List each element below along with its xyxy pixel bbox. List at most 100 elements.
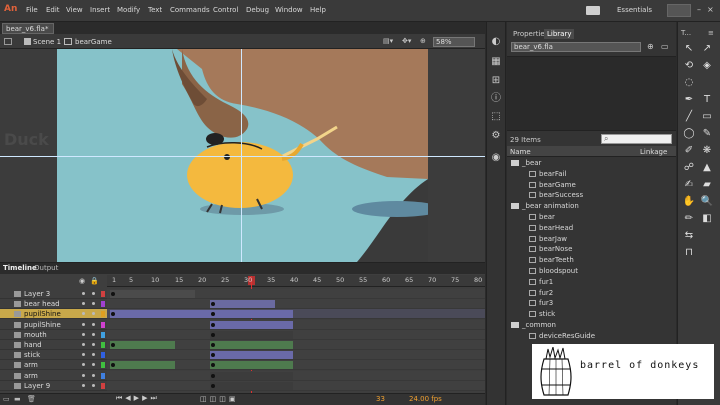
lock-dot[interactable] (92, 363, 95, 367)
motion-presets-icon[interactable]: ◉ (490, 152, 502, 164)
menu-item-insert[interactable]: Insert (90, 6, 110, 14)
menu-item-file[interactable]: File (26, 6, 38, 14)
layer-row[interactable]: arm (0, 360, 107, 371)
layer-outline-color[interactable] (101, 382, 105, 389)
lock-dot[interactable] (92, 332, 95, 336)
layer-row[interactable]: Layer 9 (0, 380, 107, 391)
new-folder-icon[interactable]: ▬ (14, 395, 21, 403)
layer-row[interactable]: Layer 3 (0, 289, 107, 299)
rectangle-tool-icon[interactable]: ▭ (700, 110, 714, 124)
guide-horizontal[interactable] (0, 156, 485, 157)
document-tab[interactable]: bear_v6.fla* (2, 23, 54, 34)
frame-span[interactable] (210, 310, 293, 319)
frames-row[interactable] (107, 329, 485, 340)
visibility-dot[interactable] (82, 373, 85, 377)
library-folder[interactable]: _bear (511, 158, 541, 168)
lock-dot[interactable] (92, 302, 95, 306)
workspace-switcher[interactable]: Essentials (617, 6, 652, 14)
frames-row[interactable] (107, 380, 485, 391)
align-icon[interactable]: ⊞ (490, 75, 502, 87)
scene-breadcrumb[interactable]: Scene 1 (33, 38, 61, 46)
lasso-tool-icon[interactable]: ◌ (682, 76, 696, 90)
library-item[interactable]: fur3 (529, 298, 553, 308)
menu-item-window[interactable]: Window (275, 6, 303, 14)
frames-row[interactable] (107, 340, 485, 350)
keyframe[interactable] (111, 343, 115, 347)
bone-tool-icon[interactable]: ☍ (682, 161, 696, 175)
library-item[interactable]: bearFail (529, 169, 566, 179)
snap-icon[interactable]: ⊓ (682, 246, 696, 260)
deco-tool-icon[interactable]: ❋ (700, 144, 714, 158)
frame-span[interactable] (210, 351, 293, 360)
help-search-input[interactable] (667, 4, 691, 17)
frame-span[interactable] (210, 330, 293, 339)
layer-row[interactable]: mouth (0, 329, 107, 340)
library-file-select[interactable]: bear_v6.fla (511, 42, 641, 52)
library-item[interactable]: bearSuccess (529, 190, 583, 200)
frame-span[interactable] (210, 320, 293, 329)
menu-item-text[interactable]: Text (148, 6, 162, 14)
layer-row[interactable]: pupilShine (0, 309, 107, 320)
current-frame[interactable]: 33 (376, 395, 385, 403)
lock-dot[interactable] (92, 312, 95, 316)
menu-item-debug[interactable]: Debug (246, 6, 269, 14)
frames-row[interactable] (107, 350, 485, 361)
zoom-tool-icon[interactable]: 🔍 (700, 195, 714, 209)
frame-rate[interactable]: 24.00 fps (409, 395, 442, 403)
layer-outline-color[interactable] (101, 311, 105, 318)
symbol-breadcrumb[interactable]: bearGame (75, 38, 112, 46)
fill-color-icon[interactable]: ◧ (700, 212, 714, 226)
menu-item-control[interactable]: Control (213, 6, 238, 14)
keyframe[interactable] (211, 383, 215, 388)
library-item[interactable]: bloodspout (529, 266, 578, 276)
edit-symbol-icon[interactable]: ✥▾ (402, 37, 416, 47)
menu-item-edit[interactable]: Edit (46, 6, 60, 14)
layer-outline-color[interactable] (101, 372, 105, 379)
column-name[interactable]: Name (510, 148, 531, 156)
keyframe[interactable] (211, 322, 215, 327)
frame-span[interactable] (210, 371, 293, 380)
lock-icon[interactable]: 🔒 (90, 277, 99, 285)
pen-tool-icon[interactable]: ✒ (682, 93, 696, 107)
edit-scene-icon[interactable]: ▤▾ (383, 37, 397, 47)
frame-span[interactable] (210, 341, 293, 349)
layer-outline-color[interactable] (101, 301, 105, 308)
lock-dot[interactable] (92, 292, 95, 295)
library-item[interactable]: bear (529, 212, 555, 222)
visibility-dot[interactable] (82, 383, 85, 387)
new-library-icon[interactable]: ▭ (661, 42, 669, 51)
visibility-dot[interactable] (82, 363, 85, 367)
library-item[interactable]: fur1 (529, 277, 553, 287)
playback-controls[interactable]: ⏮◀▶▶⏭ (116, 394, 160, 403)
back-icon[interactable] (4, 38, 12, 45)
frames-row[interactable] (107, 370, 485, 381)
layer-outline-color[interactable] (101, 321, 105, 328)
eyedropper-icon[interactable]: ✍ (682, 178, 696, 192)
transform-icon[interactable]: ⬚ (490, 111, 502, 123)
swatches-icon[interactable]: ▦ (490, 56, 502, 68)
color-panel-icon[interactable]: ◐ (490, 36, 502, 48)
visibility-dot[interactable] (82, 312, 85, 316)
keyframe[interactable] (211, 332, 215, 337)
visibility-dot[interactable] (82, 302, 85, 306)
frames-row[interactable] (107, 360, 485, 371)
visibility-dot[interactable] (82, 332, 85, 336)
panel-menu-icon[interactable]: ≡ (708, 29, 714, 37)
lock-dot[interactable] (92, 343, 95, 346)
library-item[interactable]: bearNose (529, 244, 572, 254)
frame-span[interactable] (110, 361, 175, 370)
library-item[interactable]: bearJaw (529, 234, 567, 244)
layer-outline-color[interactable] (101, 291, 105, 297)
zoom-select[interactable]: 58% (433, 37, 475, 47)
layer-row[interactable]: hand (0, 340, 107, 350)
visibility-dot[interactable] (82, 353, 85, 357)
eraser-icon[interactable]: ▰ (700, 178, 714, 192)
frame-span[interactable] (110, 341, 175, 349)
layer-row[interactable]: bear head (0, 299, 107, 310)
frame-span[interactable] (210, 381, 293, 390)
free-transform-icon[interactable]: ⟲ (682, 59, 696, 73)
subselection-tool-icon[interactable]: ↗ (700, 42, 714, 56)
paint-bucket-icon[interactable]: ▲ (700, 161, 714, 175)
swap-colors-icon[interactable]: ⇆ (682, 229, 696, 243)
workspace-icon[interactable] (586, 6, 600, 15)
